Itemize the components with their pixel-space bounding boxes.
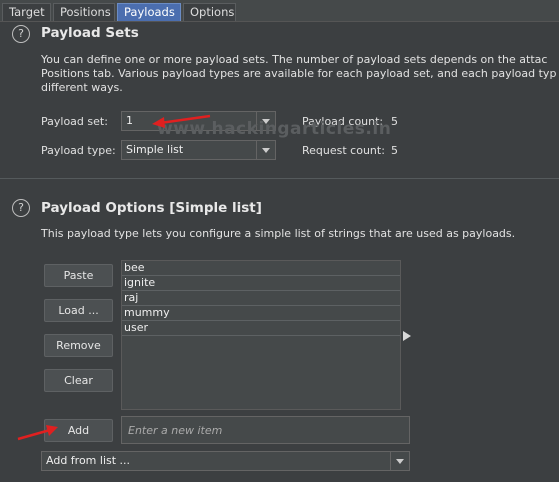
- chevron-down-icon[interactable]: [390, 452, 409, 470]
- section-divider: [0, 178, 559, 179]
- payload-sets-description-line-1: You can define one or more payload sets.…: [41, 53, 548, 66]
- payload-options-description: This payload type lets you configure a s…: [41, 227, 516, 240]
- payload-options-title: Payload Options [Simple list]: [41, 200, 262, 216]
- add-from-list-select[interactable]: Add from list ...: [41, 451, 410, 471]
- payload-set-label: Payload set:: [41, 115, 108, 128]
- list-item[interactable]: user: [122, 321, 400, 336]
- chevron-down-icon[interactable]: [256, 141, 275, 159]
- payload-list[interactable]: bee ignite raj mummy user: [121, 260, 401, 410]
- list-item[interactable]: ignite: [122, 276, 400, 291]
- remove-button[interactable]: Remove: [44, 334, 113, 357]
- list-item[interactable]: mummy: [122, 306, 400, 321]
- payload-count-value: 5: [391, 115, 398, 128]
- tab-positions[interactable]: Positions: [53, 3, 115, 21]
- new-item-input[interactable]: [122, 417, 409, 443]
- payload-type-label: Payload type:: [41, 144, 116, 157]
- tab-target[interactable]: Target: [2, 3, 51, 21]
- request-count-value: 5: [391, 144, 398, 157]
- list-item[interactable]: bee: [122, 261, 400, 276]
- help-icon[interactable]: ?: [12, 25, 30, 43]
- request-count-label: Request count:: [302, 144, 385, 157]
- list-item[interactable]: raj: [122, 291, 400, 306]
- help-icon[interactable]: ?: [12, 199, 30, 217]
- add-from-list-value: Add from list ...: [46, 454, 131, 467]
- paste-button[interactable]: Paste: [44, 264, 113, 287]
- payload-type-select[interactable]: Simple list: [121, 140, 276, 160]
- annotation-arrow-icon: [152, 114, 211, 128]
- clear-button[interactable]: Clear: [44, 369, 113, 392]
- payload-sets-description-line-3: different ways.: [41, 81, 123, 94]
- load-button[interactable]: Load ...: [44, 299, 113, 322]
- payload-set-value: 1: [126, 114, 133, 127]
- new-item-input-box: [121, 416, 410, 444]
- payload-sets-title: Payload Sets: [41, 25, 139, 41]
- payload-sets-description-line-2: Positions tab. Various payload types are…: [41, 67, 557, 80]
- tab-options[interactable]: Options: [183, 3, 236, 21]
- expand-arrow-icon[interactable]: [402, 331, 412, 341]
- annotation-arrow-icon: [17, 425, 58, 441]
- tab-payloads[interactable]: Payloads: [117, 3, 181, 21]
- tab-bar: Target Positions Payloads Options: [0, 0, 559, 22]
- payload-type-value: Simple list: [126, 143, 184, 156]
